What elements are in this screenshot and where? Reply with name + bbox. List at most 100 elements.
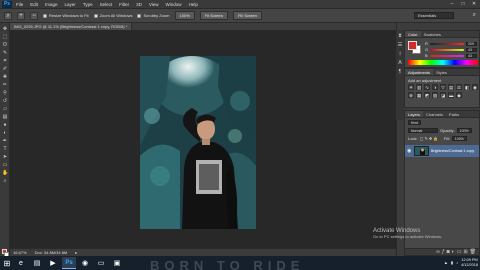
menu-image[interactable]: Image bbox=[45, 2, 58, 7]
zoom-100-button[interactable]: 100% bbox=[174, 11, 195, 20]
color-balance-icon[interactable]: ⚖ bbox=[456, 84, 462, 90]
eyedropper-tool-icon[interactable]: ✐ bbox=[2, 67, 8, 72]
workspace-select[interactable]: Essentials bbox=[414, 12, 454, 19]
path-select-tool-icon[interactable]: ➤ bbox=[2, 155, 8, 160]
menu-select[interactable]: Select bbox=[100, 2, 113, 7]
levels-icon[interactable]: ▥ bbox=[416, 84, 422, 90]
gradient-map-icon[interactable]: ▬ bbox=[448, 92, 454, 98]
red-value[interactable]: 209 bbox=[466, 41, 477, 46]
zoom-tool-icon[interactable]: ⌕ bbox=[4, 11, 12, 20]
scrubby-zoom-checkbox[interactable]: Scrubby Zoom bbox=[137, 13, 170, 18]
info-icon[interactable]: i bbox=[397, 51, 403, 57]
green-value[interactable]: 43 bbox=[466, 47, 477, 52]
new-group-icon[interactable]: ▭ bbox=[457, 249, 462, 255]
menu-layer[interactable]: Layer bbox=[65, 2, 76, 7]
layer-row[interactable]: ◉ Brightness/Contrast 1 copy bbox=[405, 145, 479, 157]
new-adjustment-icon[interactable]: ◐ bbox=[452, 249, 455, 255]
marquee-tool-icon[interactable]: ⬚ bbox=[2, 35, 8, 40]
status-arrow-icon[interactable]: ▸ bbox=[75, 250, 77, 255]
menu-file[interactable]: File bbox=[16, 2, 23, 7]
tab-styles[interactable]: Styles bbox=[433, 69, 450, 75]
document-photo[interactable] bbox=[140, 56, 256, 229]
foreground-color-chip[interactable] bbox=[408, 41, 417, 50]
add-mask-icon[interactable]: ◙ bbox=[447, 249, 450, 255]
menu-window[interactable]: Window bbox=[166, 2, 182, 7]
hand-tool-icon[interactable]: ✋ bbox=[2, 171, 8, 176]
shape-tool-icon[interactable]: ▭ bbox=[2, 163, 8, 168]
blue-slider[interactable]: B 43 bbox=[425, 53, 479, 58]
fit-screen-button[interactable]: Fit Screen bbox=[199, 11, 228, 20]
search-icon[interactable]: ⌕ bbox=[473, 12, 476, 19]
healing-brush-tool-icon[interactable]: ✚ bbox=[2, 75, 8, 80]
move-tool-icon[interactable]: ✥ bbox=[2, 27, 8, 32]
tab-layers[interactable]: Layers bbox=[405, 111, 424, 117]
menu-type[interactable]: Type bbox=[83, 2, 93, 7]
character-icon[interactable]: A bbox=[397, 60, 403, 66]
camera-icon[interactable]: ◉ bbox=[78, 257, 92, 269]
media-player-icon[interactable]: ▶ bbox=[46, 257, 60, 269]
history-icon[interactable]: ⧗ bbox=[397, 33, 403, 39]
windows-start-icon[interactable]: ⊞ bbox=[0, 256, 14, 270]
brush-tool-icon[interactable]: ✏ bbox=[2, 83, 8, 88]
menu-filter[interactable]: Filter bbox=[119, 2, 129, 7]
zoom-in-icon[interactable]: + bbox=[17, 11, 25, 20]
fill-input[interactable]: 100% bbox=[451, 136, 467, 141]
tab-swatches[interactable]: Swatches bbox=[421, 31, 444, 37]
gradient-tool-icon[interactable]: ▤ bbox=[2, 115, 8, 120]
brightness-contrast-icon[interactable]: ☀ bbox=[408, 84, 414, 90]
folder-icon[interactable]: ▭ bbox=[94, 257, 108, 269]
crop-tool-icon[interactable]: ⌗ bbox=[2, 59, 8, 64]
color-spectrum[interactable] bbox=[408, 60, 478, 65]
new-layer-icon[interactable]: ⊞ bbox=[463, 249, 467, 255]
tab-color[interactable]: Color bbox=[405, 31, 421, 37]
close-icon[interactable]: ✕ bbox=[470, 1, 478, 7]
blue-value[interactable]: 43 bbox=[466, 53, 477, 58]
type-tool-icon[interactable]: T bbox=[2, 147, 8, 152]
exposure-icon[interactable]: ◑ bbox=[432, 84, 438, 90]
blur-tool-icon[interactable]: ● bbox=[2, 123, 8, 128]
eye-icon[interactable]: ◉ bbox=[407, 148, 412, 154]
volume-icon[interactable]: ♪ bbox=[456, 260, 458, 265]
tab-paths[interactable]: Paths bbox=[446, 111, 462, 117]
kind-filter-select[interactable]: Kind bbox=[408, 120, 422, 125]
media-icon[interactable]: ▣ bbox=[110, 257, 124, 269]
resize-windows-checkbox[interactable]: Resize Windows to Fit bbox=[43, 13, 89, 18]
ie-icon[interactable]: e bbox=[14, 257, 28, 269]
green-slider[interactable]: G 43 bbox=[425, 47, 479, 52]
selective-color-icon[interactable]: ◆ bbox=[456, 92, 462, 98]
menu-help[interactable]: Help bbox=[189, 2, 198, 7]
black-white-icon[interactable]: ◧ bbox=[464, 84, 470, 90]
opacity-input[interactable]: 100% bbox=[456, 128, 472, 133]
zoom-out-icon[interactable]: − bbox=[30, 11, 38, 20]
link-layers-icon[interactable]: ∞ bbox=[436, 249, 440, 255]
tab-channels[interactable]: Channels bbox=[423, 111, 446, 117]
eraser-tool-icon[interactable]: ▱ bbox=[2, 107, 8, 112]
fill-screen-button[interactable]: Fill Screen bbox=[232, 11, 262, 20]
tab-adjustments[interactable]: Adjustments bbox=[405, 69, 434, 75]
minimize-icon[interactable]: – bbox=[448, 1, 456, 7]
invert-icon[interactable]: ◩ bbox=[424, 92, 430, 98]
photoshop-taskbar-icon[interactable]: Ps bbox=[62, 257, 76, 269]
menu-edit[interactable]: Edit bbox=[30, 2, 38, 7]
pen-tool-icon[interactable]: ✒ bbox=[2, 139, 8, 144]
threshold-icon[interactable]: ◪ bbox=[440, 92, 446, 98]
curves-icon[interactable]: ∿ bbox=[424, 84, 430, 90]
vibrance-icon[interactable]: ▽ bbox=[440, 84, 446, 90]
delete-layer-icon[interactable]: 🗑 bbox=[470, 249, 476, 255]
zoom-tool-icon[interactable]: ⌕ bbox=[2, 179, 8, 184]
clock[interactable]: 12:09 PM 4/12/2018 bbox=[461, 258, 478, 267]
posterize-icon[interactable]: ▨ bbox=[432, 92, 438, 98]
lock-icons[interactable]: ▢ ✎ ✥ 🔒 bbox=[420, 136, 442, 141]
hue-saturation-icon[interactable]: ▤ bbox=[448, 84, 454, 90]
maximize-icon[interactable]: □ bbox=[459, 1, 467, 7]
zoom-all-windows-checkbox[interactable]: Zoom All Windows bbox=[93, 13, 132, 18]
color-lookup-icon[interactable]: ▦ bbox=[416, 92, 422, 98]
blend-mode-select[interactable]: Normal bbox=[408, 128, 438, 133]
fx-icon[interactable]: ƒ bbox=[442, 249, 445, 255]
clone-stamp-tool-icon[interactable]: ⚲ bbox=[2, 91, 8, 96]
quick-select-tool-icon[interactable]: ✎ bbox=[2, 51, 8, 56]
channel-mixer-icon[interactable]: ⊕ bbox=[408, 92, 414, 98]
tray-arrow-icon[interactable]: ▲ bbox=[444, 260, 448, 265]
red-slider[interactable]: R 209 bbox=[425, 41, 479, 46]
document-tab[interactable]: IMG_0295.JPG @ 11.1% (Brightness/Contras… bbox=[10, 23, 133, 30]
